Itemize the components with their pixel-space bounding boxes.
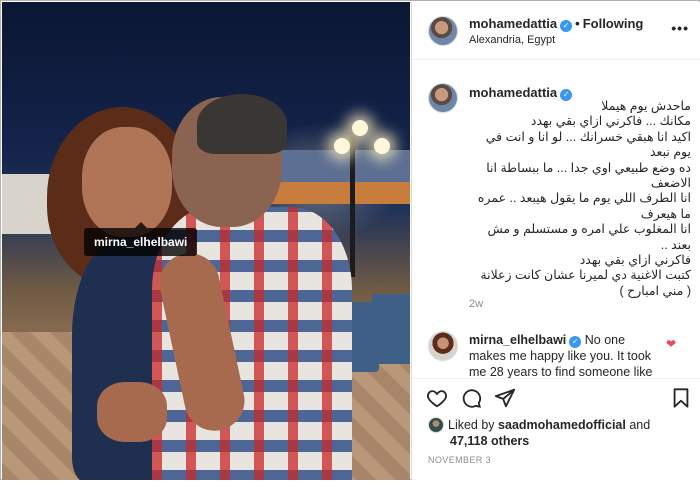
- liked-by-and: and: [629, 418, 651, 432]
- liked-by-line: Liked by saadmohamedofficial and: [428, 417, 650, 433]
- liker-avatar[interactable]: [428, 417, 444, 433]
- lamp-light: [352, 120, 368, 136]
- caption-text: ماحدش يوم هيملا مكانك ... فاكرني ازاي بق…: [477, 99, 691, 298]
- comment-liked-heart-icon[interactable]: ❤: [666, 337, 680, 351]
- cafe-chair: [372, 294, 410, 364]
- post-window: mirna_elhelbawi mohamedattia ✓ • Following …: [0, 0, 700, 482]
- bookmark-icon[interactable]: [668, 385, 694, 411]
- post-location[interactable]: Alexandria, Egypt: [469, 34, 555, 46]
- author-avatar[interactable]: [428, 16, 458, 46]
- post-date[interactable]: NOVEMBER 3: [428, 455, 491, 465]
- action-bar: Liked by saadmohamedofficial and 47,118 …: [412, 378, 700, 482]
- verified-badge-icon: ✓: [569, 336, 582, 348]
- author-username[interactable]: mohamedattia: [469, 16, 557, 31]
- post-side-panel: mohamedattia ✓ • Following Alexandria, Egyp…: [411, 2, 700, 482]
- author-header-line: mohamedattia ✓ • Following: [469, 16, 643, 32]
- caption-username[interactable]: mohamedattia: [469, 85, 557, 100]
- commenter-username[interactable]: mirna_elhelbawi: [469, 333, 566, 347]
- comments-area[interactable]: mohamedattia ✓ ماحدش يوم هيملا مكانك ... …: [412, 61, 700, 378]
- liker-username[interactable]: saadmohamedofficial: [498, 418, 626, 432]
- lamp-light: [334, 138, 350, 154]
- separator-dot: •: [575, 16, 580, 31]
- woman-face: [82, 127, 172, 237]
- comment-icon[interactable]: [458, 385, 484, 411]
- more-options-icon[interactable]: •••: [671, 20, 689, 36]
- liked-by-prefix: Liked by: [448, 418, 495, 432]
- lamp-light: [374, 138, 390, 154]
- caption-author-avatar[interactable]: [428, 83, 458, 113]
- likes-count[interactable]: 47,118 others: [450, 434, 529, 448]
- post-photo[interactable]: mirna_elhelbawi: [2, 2, 410, 480]
- share-icon[interactable]: [492, 385, 518, 411]
- commenter-avatar[interactable]: [428, 331, 458, 361]
- post-header: mohamedattia ✓ • Following Alexandria, Egyp…: [412, 2, 700, 60]
- comment: mirna_elhelbawi ✓ No one makes me happy l…: [469, 332, 665, 378]
- heart-icon[interactable]: [424, 385, 450, 411]
- verified-badge-icon: ✓: [560, 20, 573, 32]
- following-button[interactable]: Following: [583, 16, 644, 31]
- cafe-awning: [272, 182, 410, 204]
- street-lamp: [350, 127, 355, 277]
- man-hand: [97, 382, 167, 442]
- man-hair: [197, 94, 287, 154]
- caption-timestamp[interactable]: 2w: [469, 298, 483, 310]
- user-tag[interactable]: mirna_elhelbawi: [84, 222, 198, 256]
